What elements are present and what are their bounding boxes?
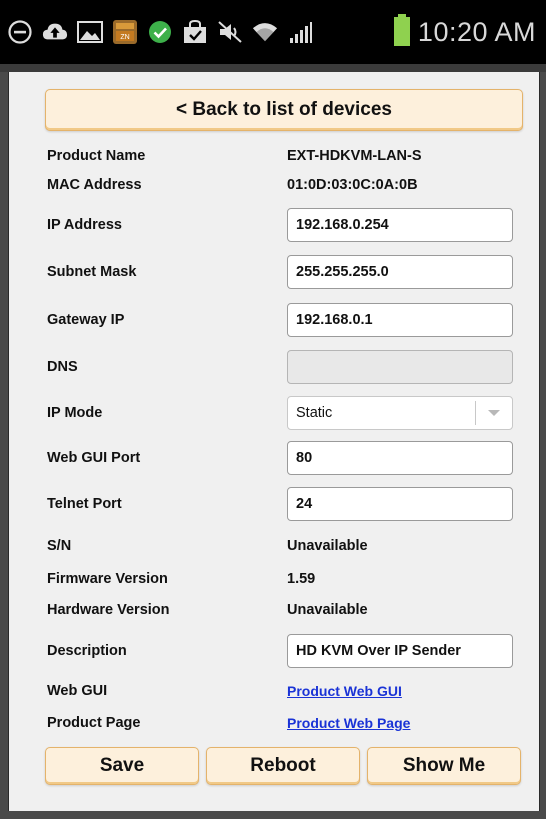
dns-label: DNS [47, 359, 78, 375]
web-gui-port-row: Web GUI Port 80 [9, 441, 539, 475]
subnet-mask-input[interactable]: 255.255.255.0 [287, 255, 513, 289]
telnet-port-row: Telnet Port 24 [9, 487, 539, 521]
device-details-panel: < Back to list of devices Product Name E… [8, 72, 540, 811]
hardware-version-label: Hardware Version [47, 602, 170, 618]
dns-row: DNS [9, 350, 539, 384]
ip-address-label: IP Address [47, 217, 122, 233]
ip-mode-label: IP Mode [47, 405, 103, 421]
check-circle-icon [147, 19, 173, 45]
mac-address-row: MAC Address 01:0D:03:0C:0A:0B [9, 168, 539, 202]
firmware-version-label: Firmware Version [47, 571, 168, 587]
telnet-port-label: Telnet Port [47, 496, 122, 512]
wifi-icon [252, 19, 278, 45]
shopping-bag-icon [182, 19, 208, 45]
gateway-ip-input[interactable]: 192.168.0.1 [287, 303, 513, 337]
show-me-button[interactable]: Show Me [367, 747, 521, 785]
cloud-upload-icon [42, 19, 68, 45]
web-gui-row: Web GUI Product Web GUI [9, 674, 539, 708]
clock: 10:20 AM [417, 16, 536, 47]
screen-gap [0, 64, 546, 72]
hardware-version-row: Hardware Version Unavailable [9, 593, 539, 627]
dns-input[interactable] [287, 350, 513, 384]
description-label: Description [47, 643, 127, 659]
serial-number-row: S/N Unavailable [9, 529, 539, 563]
mute-icon [217, 19, 243, 45]
hardware-version-value: Unavailable [287, 602, 368, 618]
reboot-button[interactable]: Reboot [206, 747, 360, 785]
description-row: Description HD KVM Over IP Sender [9, 634, 539, 668]
product-page-label: Product Page [47, 715, 141, 731]
subnet-mask-row: Subnet Mask 255.255.255.0 [9, 255, 539, 289]
svg-text:ZN: ZN [120, 34, 129, 41]
mac-address-label: MAC Address [47, 177, 142, 193]
mac-address-value: 01:0D:03:0C:0A:0B [287, 177, 418, 193]
ip-mode-select[interactable]: Static [287, 396, 513, 430]
product-page-row: Product Page Product Web Page [9, 706, 539, 740]
serial-number-value: Unavailable [287, 538, 368, 554]
web-gui-port-input[interactable]: 80 [287, 441, 513, 475]
description-input[interactable]: HD KVM Over IP Sender [287, 634, 513, 668]
status-bar: ZN 10:20 AM [0, 0, 546, 64]
image-icon [77, 19, 103, 45]
subnet-mask-label: Subnet Mask [47, 264, 137, 280]
product-web-gui-link[interactable]: Product Web GUI [287, 683, 402, 699]
ip-address-input[interactable]: 192.168.0.254 [287, 208, 513, 242]
back-to-list-button[interactable]: < Back to list of devices [45, 89, 523, 131]
product-web-page-link[interactable]: Product Web Page [287, 715, 410, 731]
telnet-port-input[interactable]: 24 [287, 487, 513, 521]
gateway-ip-row: Gateway IP 192.168.0.1 [9, 303, 539, 337]
ip-mode-selected-value: Static [296, 405, 333, 421]
ip-mode-row: IP Mode Static [9, 396, 539, 430]
firmware-version-value: 1.59 [287, 571, 316, 587]
ip-address-row: IP Address 192.168.0.254 [9, 208, 539, 242]
chevron-down-icon[interactable] [476, 409, 512, 417]
battery-icon [393, 13, 410, 51]
firmware-version-row: Firmware Version 1.59 [9, 562, 539, 596]
minus-circle-icon [7, 19, 33, 45]
zone-app-icon: ZN [112, 19, 138, 45]
serial-number-label: S/N [47, 538, 72, 554]
signal-icon [287, 19, 313, 45]
save-button[interactable]: Save [45, 747, 199, 785]
gateway-ip-label: Gateway IP [47, 312, 125, 328]
web-gui-port-label: Web GUI Port [47, 450, 141, 466]
web-gui-label: Web GUI [47, 683, 108, 699]
